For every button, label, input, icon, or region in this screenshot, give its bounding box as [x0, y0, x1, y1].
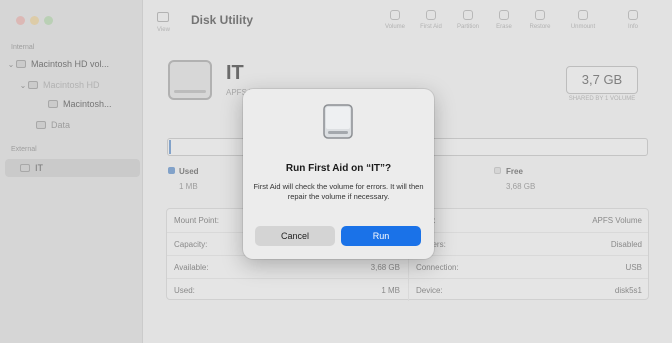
disk-utility-window: Internal ⌄ Macintosh HD vol... ⌄ Macinto… — [0, 0, 672, 343]
cancel-button[interactable]: Cancel — [255, 226, 335, 246]
first-aid-confirm-dialog: Run First Aid on “IT”? First Aid will ch… — [243, 89, 434, 259]
external-drive-icon — [323, 104, 353, 139]
dialog-message: First Aid will check the volume for erro… — [253, 182, 424, 201]
dialog-title: Run First Aid on “IT”? — [285, 163, 392, 174]
run-button[interactable]: Run — [341, 226, 421, 246]
